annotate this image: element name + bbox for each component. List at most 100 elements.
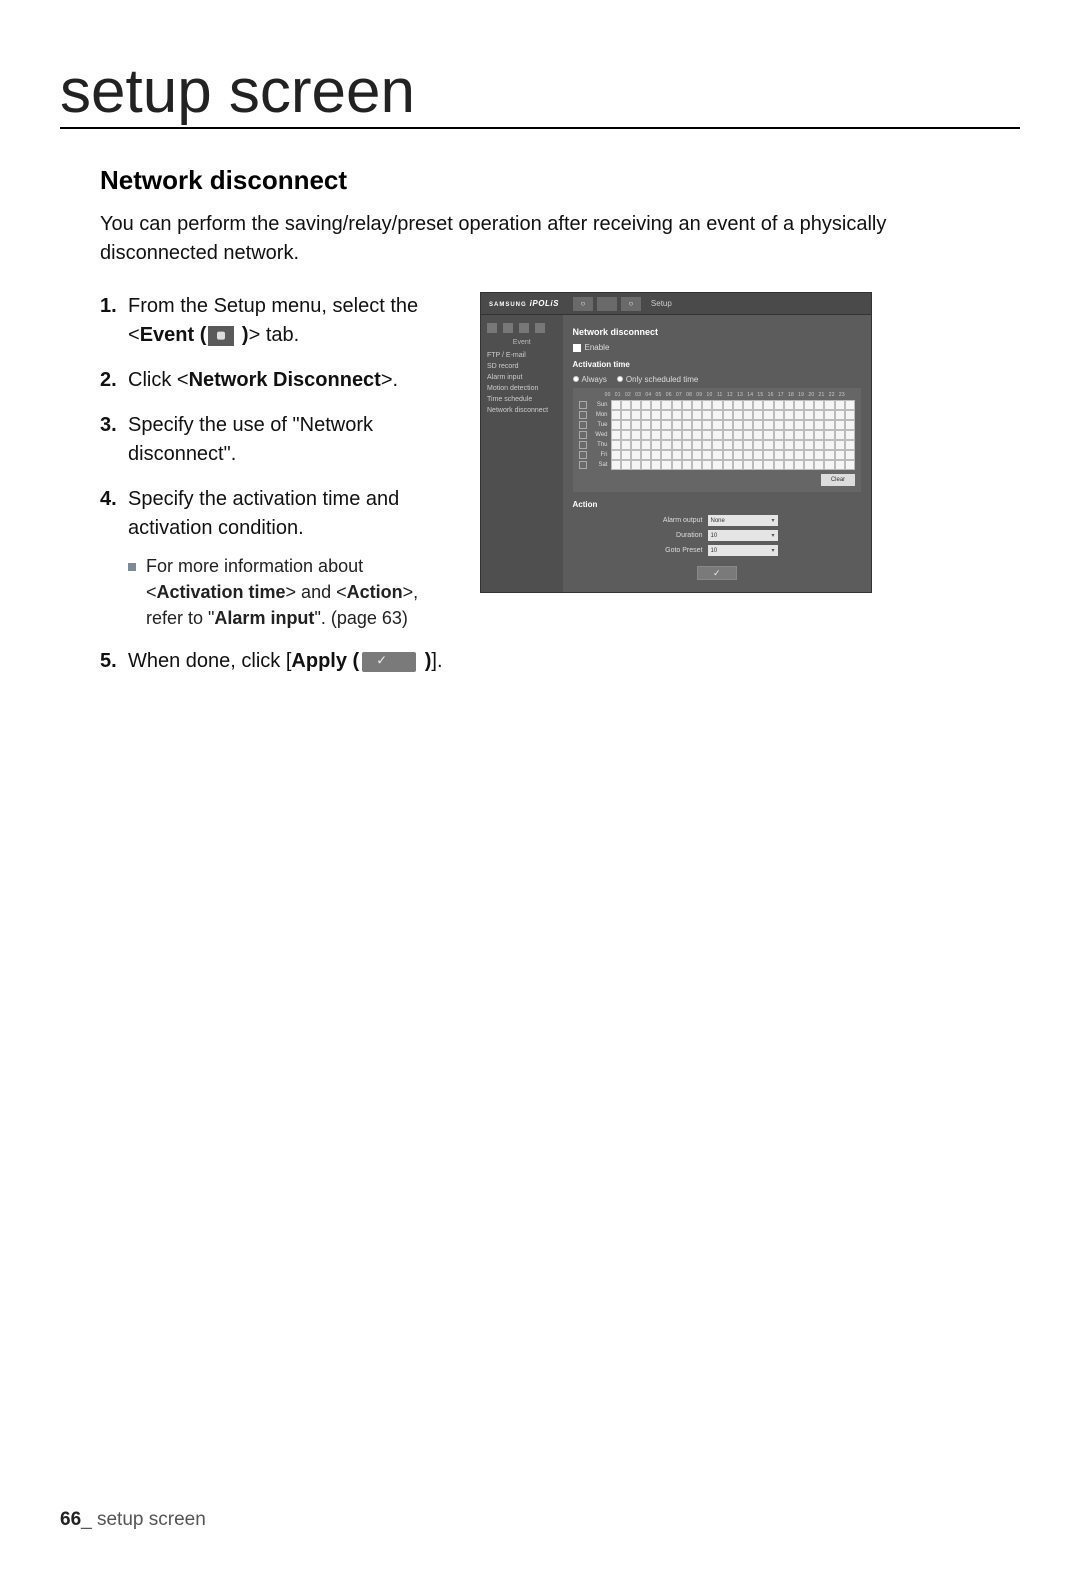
ss-tab-1[interactable] — [573, 297, 593, 311]
schedule-cell[interactable] — [835, 440, 845, 450]
schedule-cell[interactable] — [784, 420, 794, 430]
schedule-cell[interactable] — [672, 400, 682, 410]
day-checkbox[interactable] — [579, 441, 587, 449]
schedule-cell[interactable] — [682, 450, 692, 460]
schedule-cell[interactable] — [784, 410, 794, 420]
schedule-cell[interactable] — [814, 400, 824, 410]
schedule-cell[interactable] — [845, 410, 855, 420]
schedule-cell[interactable] — [692, 420, 702, 430]
schedule-cell[interactable] — [804, 410, 814, 420]
schedule-cell[interactable] — [733, 440, 743, 450]
schedule-cell[interactable] — [712, 440, 722, 450]
schedule-cell[interactable] — [661, 430, 671, 440]
alarm-output-select[interactable]: None — [708, 515, 778, 526]
schedule-cell[interactable] — [661, 460, 671, 470]
schedule-cell[interactable] — [723, 430, 733, 440]
schedule-cell[interactable] — [733, 420, 743, 430]
schedule-cell[interactable] — [631, 420, 641, 430]
schedule-cell[interactable] — [631, 410, 641, 420]
schedule-cell[interactable] — [631, 450, 641, 460]
schedule-cell[interactable] — [672, 460, 682, 470]
schedule-cell[interactable] — [774, 430, 784, 440]
ss-side-icon[interactable] — [503, 323, 513, 333]
schedule-cell[interactable] — [682, 430, 692, 440]
ss-sidebar-item[interactable]: SD record — [481, 361, 563, 372]
schedule-cell[interactable] — [835, 420, 845, 430]
schedule-cell[interactable] — [611, 460, 621, 470]
schedule-cell[interactable] — [733, 460, 743, 470]
ss-sidebar-item[interactable]: FTP / E-mail — [481, 350, 563, 361]
schedule-cell[interactable] — [804, 420, 814, 430]
schedule-cell[interactable] — [621, 450, 631, 460]
schedule-cell[interactable] — [641, 460, 651, 470]
schedule-cell[interactable] — [702, 440, 712, 450]
schedule-cell[interactable] — [794, 410, 804, 420]
schedule-cell[interactable] — [641, 430, 651, 440]
day-checkbox[interactable] — [579, 411, 587, 419]
ss-sidebar-item[interactable]: Motion detection — [481, 383, 563, 394]
schedule-cell[interactable] — [753, 410, 763, 420]
ss-sidebar-item[interactable]: Alarm input — [481, 372, 563, 383]
schedule-cell[interactable] — [723, 440, 733, 450]
ss-tab-3[interactable] — [621, 297, 641, 311]
day-checkbox[interactable] — [579, 421, 587, 429]
schedule-cell[interactable] — [824, 450, 834, 460]
schedule-cell[interactable] — [814, 410, 824, 420]
schedule-cell[interactable] — [651, 450, 661, 460]
schedule-cell[interactable] — [621, 400, 631, 410]
schedule-cell[interactable] — [712, 410, 722, 420]
schedule-cell[interactable] — [733, 450, 743, 460]
day-checkbox[interactable] — [579, 431, 587, 439]
day-checkbox[interactable] — [579, 461, 587, 469]
schedule-cell[interactable] — [804, 450, 814, 460]
schedule-cell[interactable] — [733, 430, 743, 440]
schedule-cell[interactable] — [611, 450, 621, 460]
schedule-cell[interactable] — [753, 460, 763, 470]
schedule-cell[interactable] — [682, 410, 692, 420]
schedule-cell[interactable] — [661, 420, 671, 430]
schedule-cell[interactable] — [753, 430, 763, 440]
schedule-cell[interactable] — [835, 410, 845, 420]
schedule-cell[interactable] — [763, 430, 773, 440]
schedule-cell[interactable] — [743, 410, 753, 420]
schedule-cell[interactable] — [631, 440, 641, 450]
schedule-cell[interactable] — [661, 440, 671, 450]
schedule-cell[interactable] — [692, 460, 702, 470]
schedule-cell[interactable] — [743, 450, 753, 460]
schedule-cell[interactable] — [774, 420, 784, 430]
schedule-cell[interactable] — [794, 440, 804, 450]
schedule-cell[interactable] — [784, 400, 794, 410]
schedule-cell[interactable] — [641, 450, 651, 460]
schedule-cell[interactable] — [692, 450, 702, 460]
schedule-cell[interactable] — [824, 420, 834, 430]
schedule-cell[interactable] — [611, 400, 621, 410]
schedule-cell[interactable] — [784, 440, 794, 450]
schedule-cell[interactable] — [824, 430, 834, 440]
schedule-cell[interactable] — [743, 440, 753, 450]
schedule-cell[interactable] — [712, 460, 722, 470]
schedule-cell[interactable] — [692, 430, 702, 440]
schedule-cell[interactable] — [702, 450, 712, 460]
schedule-cell[interactable] — [763, 450, 773, 460]
schedule-cell[interactable] — [804, 440, 814, 450]
schedule-cell[interactable] — [641, 440, 651, 450]
schedule-cell[interactable] — [824, 410, 834, 420]
schedule-cell[interactable] — [845, 400, 855, 410]
goto-preset-select[interactable]: 10 — [708, 545, 778, 556]
schedule-cell[interactable] — [631, 430, 641, 440]
schedule-cell[interactable] — [763, 400, 773, 410]
schedule-cell[interactable] — [702, 430, 712, 440]
enable-checkbox[interactable] — [573, 344, 581, 352]
schedule-cell[interactable] — [651, 430, 661, 440]
schedule-cell[interactable] — [702, 420, 712, 430]
schedule-cell[interactable] — [733, 400, 743, 410]
schedule-cell[interactable] — [621, 460, 631, 470]
schedule-cell[interactable] — [835, 400, 845, 410]
schedule-cell[interactable] — [672, 440, 682, 450]
schedule-cell[interactable] — [814, 460, 824, 470]
schedule-cell[interactable] — [794, 400, 804, 410]
radio-sched-wrap[interactable]: Only scheduled time — [617, 375, 698, 384]
schedule-cell[interactable] — [661, 410, 671, 420]
schedule-cell[interactable] — [692, 440, 702, 450]
schedule-cell[interactable] — [763, 420, 773, 430]
